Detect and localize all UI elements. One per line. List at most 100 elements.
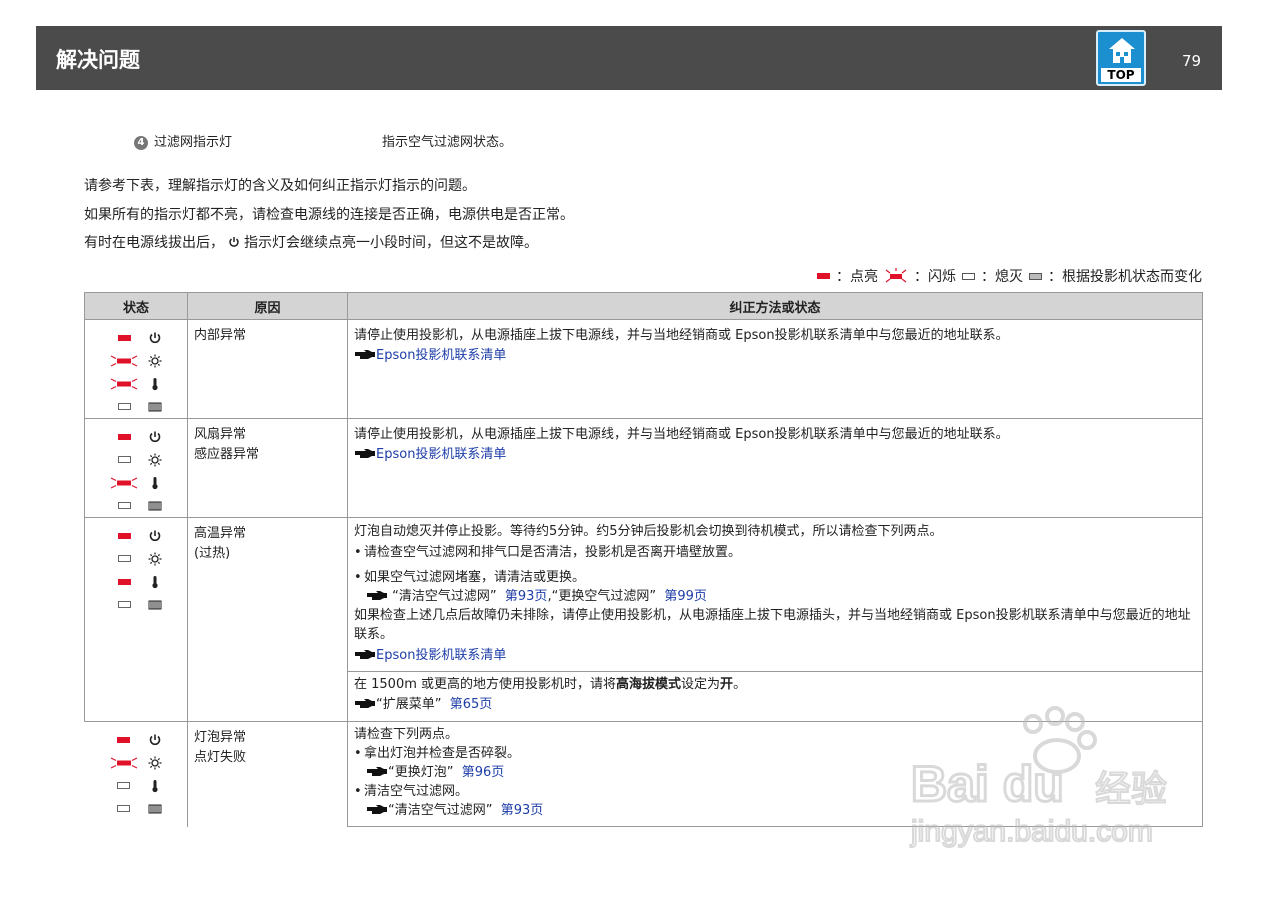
- page-header: 解决问题 TOP 79: [36, 26, 1222, 90]
- status-cell: [84, 319, 188, 419]
- intro-line-1: 请参考下表，理解指示灯的含义及如何纠正指示灯指示的问题。: [84, 178, 476, 194]
- pointing-hand-icon: [355, 449, 375, 458]
- indicator-row: [85, 448, 187, 471]
- top-button[interactable]: TOP: [1096, 30, 1146, 86]
- off-indicator-icon: [110, 599, 138, 611]
- off-indicator-icon: [110, 500, 138, 512]
- indicator-row: [85, 774, 188, 797]
- lit-indicator-icon: [110, 332, 138, 344]
- lamp-icon: [148, 756, 162, 770]
- off-indicator-icon: [110, 401, 138, 413]
- blinking-indicator-icon: [885, 268, 907, 283]
- page-link[interactable]: 第93页: [501, 803, 544, 818]
- col-header-remedy: 纠正方法或状态: [347, 292, 1203, 320]
- filter-indicator-desc: 指示空气过滤网状态。: [382, 135, 513, 150]
- temperature-icon: [148, 779, 162, 793]
- indicator-row: [85, 425, 187, 448]
- page-link[interactable]: 第93页: [505, 589, 548, 604]
- page-link[interactable]: 第99页: [664, 589, 707, 604]
- table-row: 内部异常 请停止使用投影机，从电源插座上拔下电源线，并与当地经销商或 Epson…: [84, 319, 1203, 419]
- pointing-hand-icon: [355, 699, 375, 708]
- cause-cell: 灯泡异常 点灯失败: [187, 721, 348, 827]
- off-indicator-icon: [110, 553, 138, 565]
- indicator-row: [85, 494, 187, 517]
- cause-cell: 高温异常 (过热): [187, 517, 348, 722]
- col-header-cause: 原因: [187, 292, 348, 320]
- number-badge: 4: [134, 136, 148, 150]
- off-indicator-icon: [110, 454, 138, 466]
- svg-text:jingyan.baidu.com: jingyan.baidu.com: [910, 815, 1153, 848]
- blinking-indicator-icon: [110, 378, 138, 390]
- power-icon: [148, 529, 162, 543]
- indicator-row: [85, 797, 188, 820]
- off-indicator-icon: [110, 780, 138, 792]
- reference-link[interactable]: Epson投影机联系清单: [376, 648, 506, 663]
- svg-text:Bai du: Bai du: [911, 756, 1064, 812]
- filter-icon: [148, 802, 162, 816]
- remedy-cell: 请停止使用投影机，从电源插座上拔下电源线，并与当地经销商或 Epson投影机联系…: [347, 319, 1203, 419]
- indicator-row: [85, 570, 187, 593]
- intro-line-2: 如果所有的指示灯都不亮，请检查电源线的连接是否正确，电源供电是否正常。: [84, 207, 574, 223]
- temperature-icon: [148, 575, 162, 589]
- remedy-cell: 请停止使用投影机，从电源插座上拔下电源线，并与当地经销商或 Epson投影机联系…: [347, 418, 1203, 518]
- power-icon: [229, 237, 239, 247]
- reference-link[interactable]: Epson投影机联系清单: [376, 348, 506, 363]
- col-header-status: 状态: [84, 292, 188, 320]
- varies-indicator-icon: [1029, 272, 1042, 280]
- page-number: 79: [1182, 52, 1202, 70]
- blinking-indicator-icon: [110, 355, 138, 367]
- status-cell: [84, 721, 188, 827]
- lit-indicator-icon: [110, 576, 138, 588]
- pointing-hand-icon: [355, 650, 375, 659]
- indicator-row: [85, 326, 187, 349]
- power-icon: [148, 331, 162, 345]
- filter-indicator-label: 4 过滤网指示灯: [134, 131, 232, 150]
- intro-line-3: 有时在电源线拔出后， 指示灯会继续点亮一小段时间，但这不是故障。: [84, 235, 538, 251]
- off-indicator-icon: [110, 803, 138, 815]
- indicator-row: [85, 372, 187, 395]
- status-cell: [84, 517, 188, 722]
- lamp-icon: [148, 354, 162, 368]
- blinking-indicator-icon: [110, 477, 138, 489]
- lit-indicator-icon: [110, 530, 138, 542]
- table-row: 高温异常 (过热) 灯泡自动熄灭并停止投影。等待约5分钟。约5分钟后投影机会切换到…: [84, 517, 1203, 722]
- off-indicator-icon: [962, 272, 975, 280]
- filter-icon: [148, 499, 162, 513]
- pointing-hand-icon: [367, 591, 387, 600]
- indicator-row: [85, 593, 187, 616]
- lit-indicator-icon: [110, 431, 138, 443]
- lamp-icon: [148, 453, 162, 467]
- pointing-hand-icon: [355, 350, 375, 359]
- indicator-row: [85, 349, 187, 372]
- remedy-cell: 灯泡自动熄灭并停止投影。等待约5分钟。约5分钟后投影机会切换到待机模式，所以请检…: [347, 517, 1203, 672]
- power-icon: [148, 733, 162, 747]
- top-label: TOP: [1101, 68, 1141, 82]
- baidu-watermark-logo: Bai du 经验 jingyan.baidu.com: [909, 706, 1168, 849]
- page-title: 解决问题: [56, 48, 140, 72]
- indicator-row: [85, 395, 187, 418]
- cause-cell: 风扇异常 感应器异常: [187, 418, 348, 518]
- legend: ：点亮 ：闪烁 ：熄灭 ：根据投影机状态而变化: [817, 266, 1202, 286]
- temperature-icon: [148, 377, 162, 391]
- svg-text:经验: 经验: [1095, 769, 1167, 810]
- temperature-icon: [148, 476, 162, 490]
- home-icon: [1109, 38, 1135, 49]
- indicator-row: [85, 728, 188, 751]
- table-row: 风扇异常 感应器异常 请停止使用投影机，从电源插座上拔下电源线，并与当地经销商或 …: [84, 418, 1203, 518]
- indicator-row: [85, 524, 187, 547]
- reference-link[interactable]: Epson投影机联系清单: [376, 447, 506, 462]
- indicator-row: [85, 547, 187, 570]
- indicator-row: [85, 471, 187, 494]
- page-link[interactable]: 第96页: [462, 765, 505, 780]
- status-cell: [84, 418, 188, 518]
- cause-cell: 内部异常: [187, 319, 348, 419]
- filter-icon: [148, 598, 162, 612]
- indicator-row: [85, 751, 188, 774]
- filter-icon: [148, 400, 162, 414]
- lit-indicator-icon: [817, 273, 830, 279]
- page-link[interactable]: 第65页: [450, 697, 493, 712]
- pointing-hand-icon: [367, 805, 387, 814]
- pointing-hand-icon: [367, 767, 387, 776]
- blinking-indicator-icon: [110, 757, 138, 769]
- lit-indicator-icon: [110, 734, 138, 746]
